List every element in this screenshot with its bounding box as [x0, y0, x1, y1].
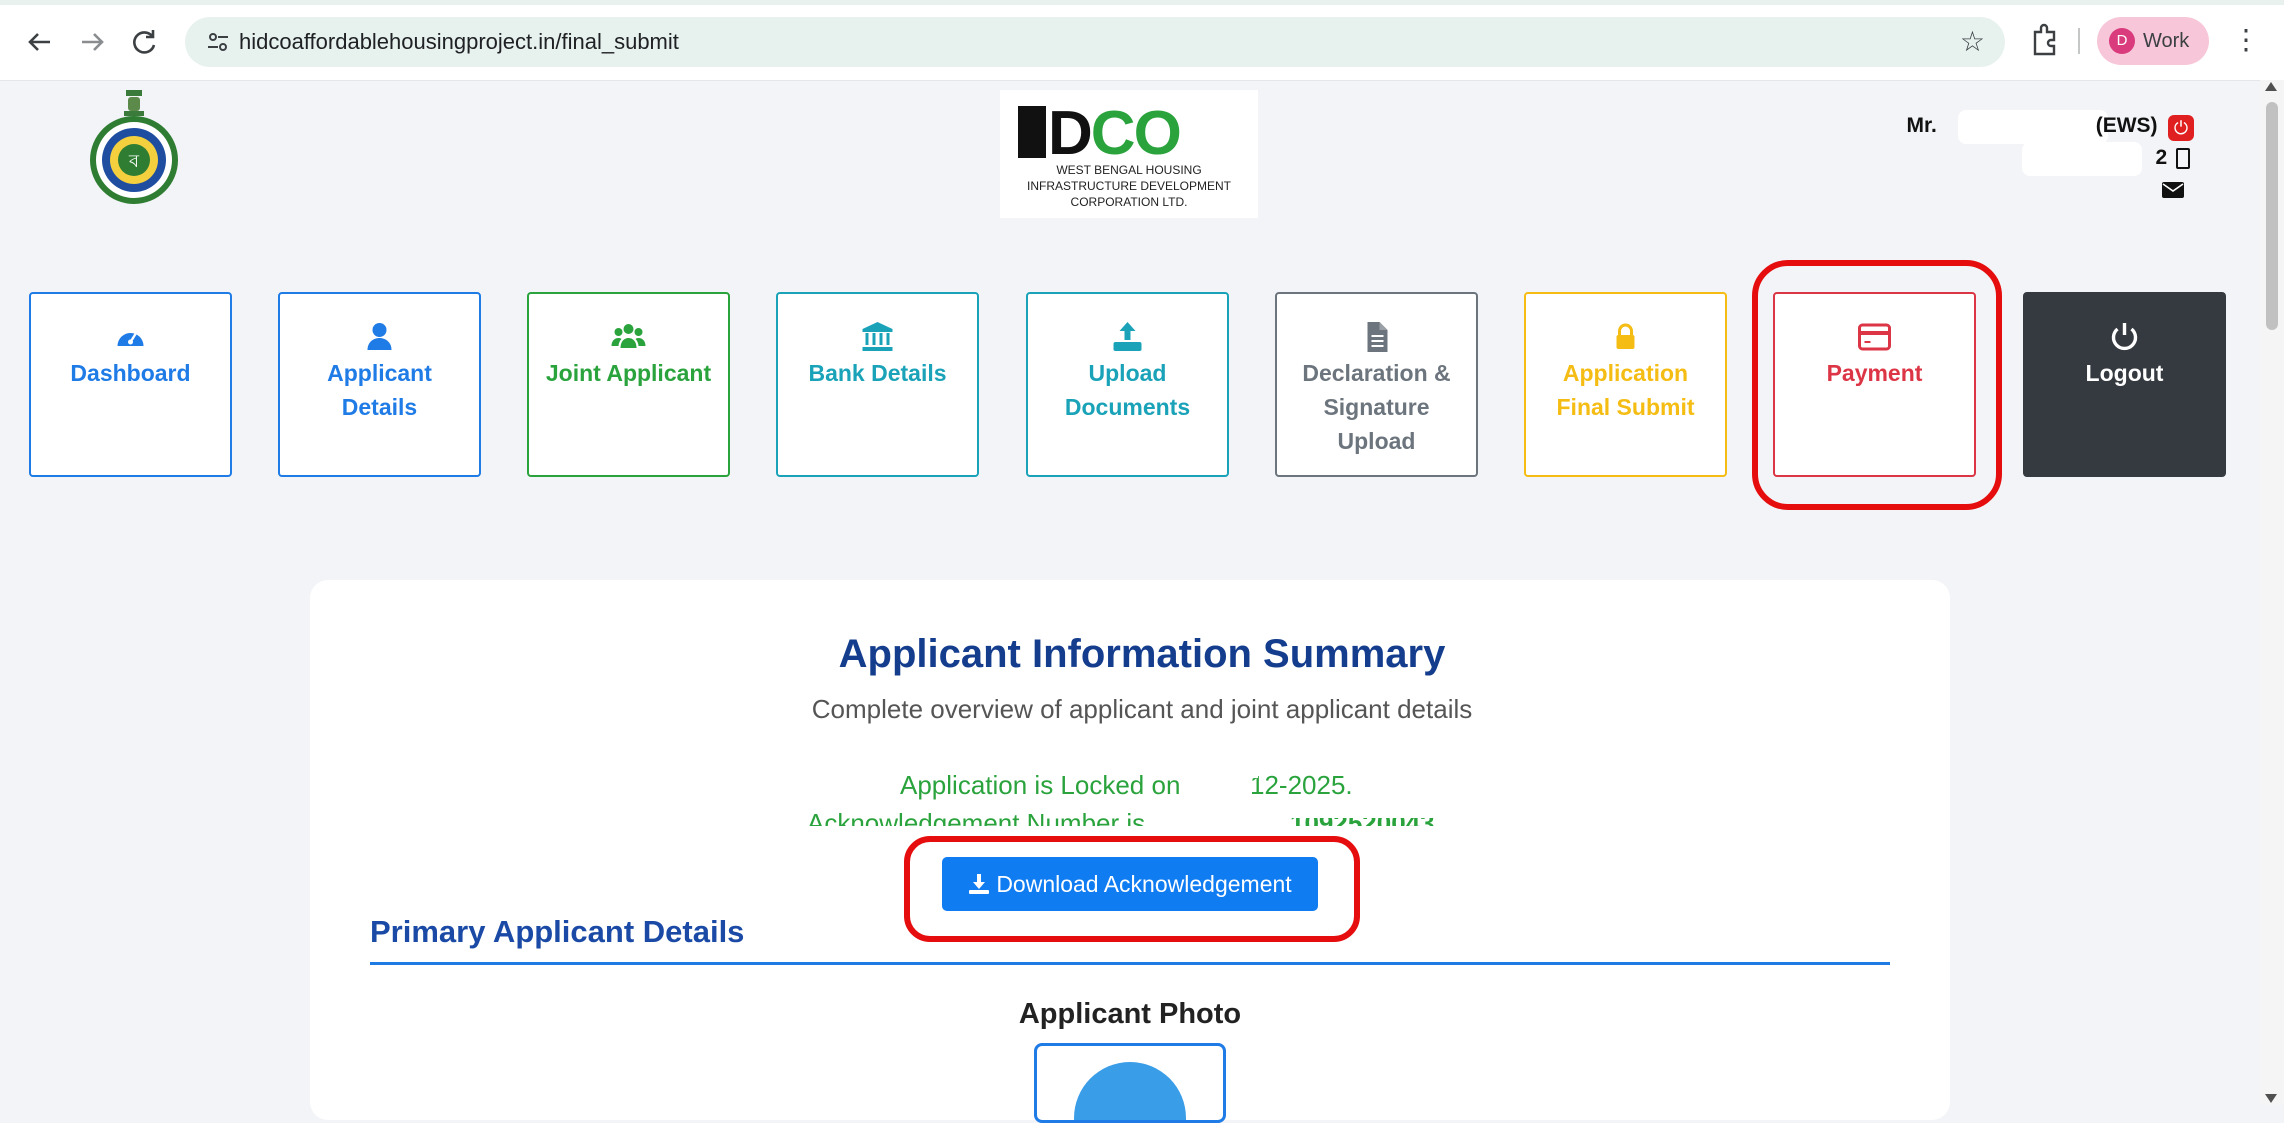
bookmark-star-icon[interactable]: ☆	[1960, 27, 1985, 57]
locked-date: 12-2025.	[1250, 770, 1353, 800]
profile-button[interactable]: D Work	[2097, 17, 2209, 65]
scrollbar-thumb[interactable]	[2266, 102, 2278, 330]
primary-applicant-section-title: Primary Applicant Details	[370, 914, 745, 949]
browser-toolbar: hidcoaffordablehousingproject.in/final_s…	[0, 0, 2284, 81]
nav-card-label: Dashboard	[70, 360, 191, 386]
bank-icon	[862, 322, 893, 351]
url-text[interactable]: hidcoaffordablehousingproject.in/final_s…	[239, 29, 679, 55]
nav-card-joint-applicant[interactable]: Joint Applicant	[527, 292, 730, 477]
nav-card-dashboard[interactable]: Dashboard	[29, 292, 232, 477]
section-divider	[370, 962, 1890, 965]
profile-label: Work	[2143, 30, 2190, 52]
users-icon	[611, 324, 646, 348]
site-settings-icon[interactable]	[205, 29, 231, 55]
svg-text:ব: ব	[128, 151, 140, 172]
avatar	[1074, 1062, 1186, 1120]
redacted-phone-mask	[2022, 142, 2142, 176]
profile-avatar: D	[2109, 28, 2135, 54]
extensions-icon[interactable]	[2030, 22, 2060, 58]
nav-card-label: Application Final Submit	[1556, 360, 1695, 420]
summary-title: Applicant Information Summary	[838, 632, 1446, 676]
payment-highlight-annotation	[1752, 260, 2002, 510]
tab-strip-edge	[0, 0, 2284, 5]
file-icon	[1367, 322, 1388, 352]
locked-status-text: Application is Locked on	[900, 770, 1181, 800]
nav-card-declaration-signature[interactable]: Declaration & Signature Upload	[1275, 292, 1478, 477]
user-category: (EWS)	[2095, 114, 2158, 137]
download-highlight-annotation	[904, 836, 1360, 942]
applicant-photo	[1034, 1043, 1226, 1123]
nav-card-label: Joint Applicant	[545, 360, 712, 386]
scroll-up-arrow-icon[interactable]	[2265, 82, 2277, 91]
user-info: Mr. (EWS) ⏻	[1906, 114, 2194, 141]
reload-icon[interactable]	[124, 22, 164, 62]
user-icon	[367, 323, 392, 350]
applicant-photo-label: Applicant Photo	[1018, 998, 1242, 1030]
nav-card-label: Logout	[2085, 360, 2164, 386]
mobile-icon	[2176, 147, 2190, 169]
nav-card-upload-documents[interactable]: Upload Documents	[1026, 292, 1229, 477]
power-icon	[2111, 323, 2138, 351]
address-bar[interactable]: hidcoaffordablehousingproject.in/final_s…	[185, 17, 2005, 67]
back-arrow-icon[interactable]	[20, 22, 60, 62]
nav-card-application-final-submit[interactable]: Application Final Submit	[1524, 292, 1727, 477]
wbhidco-logo: DCO WEST BENGAL HOUSING INFRASTRUCTURE D…	[1000, 90, 1258, 218]
nav-card-label: Upload Documents	[1064, 360, 1191, 420]
upload-icon	[1113, 322, 1142, 351]
nav-card-label: Bank Details	[808, 360, 947, 386]
tachometer-icon	[117, 333, 144, 346]
toolbar-divider	[2078, 28, 2080, 54]
forward-arrow-icon[interactable]	[72, 22, 112, 62]
nav-card-label: Declaration & Signature Upload	[1302, 360, 1451, 454]
logo-subtitle: WEST BENGAL HOUSING INFRASTRUCTURE DEVEL…	[1026, 163, 1232, 209]
redacted-number-mask	[1280, 800, 1470, 818]
nav-card-logout[interactable]: Logout	[2023, 292, 2226, 477]
browser-menu-icon[interactable]: ⋮	[2232, 22, 2260, 58]
power-off-icon[interactable]: ⏻	[2168, 114, 2194, 141]
user-name-prefix: Mr.	[1906, 114, 1937, 137]
nav-card-label: Applicant Details	[327, 360, 432, 420]
redacted-date-mask	[1208, 760, 1258, 778]
nav-card-bank-details[interactable]: Bank Details	[776, 292, 979, 477]
nav-card-applicant-details[interactable]: Applicant Details	[278, 292, 481, 477]
west-bengal-emblem-logo: ব	[90, 90, 178, 204]
envelope-icon	[2162, 182, 2184, 198]
logo-wordmark: DCO	[1018, 103, 1182, 165]
scroll-down-arrow-icon[interactable]	[2265, 1094, 2277, 1103]
user-phone: 2	[2155, 146, 2190, 170]
lock-icon	[1616, 323, 1635, 349]
summary-subtitle: Complete overview of applicant and joint…	[811, 694, 1473, 724]
